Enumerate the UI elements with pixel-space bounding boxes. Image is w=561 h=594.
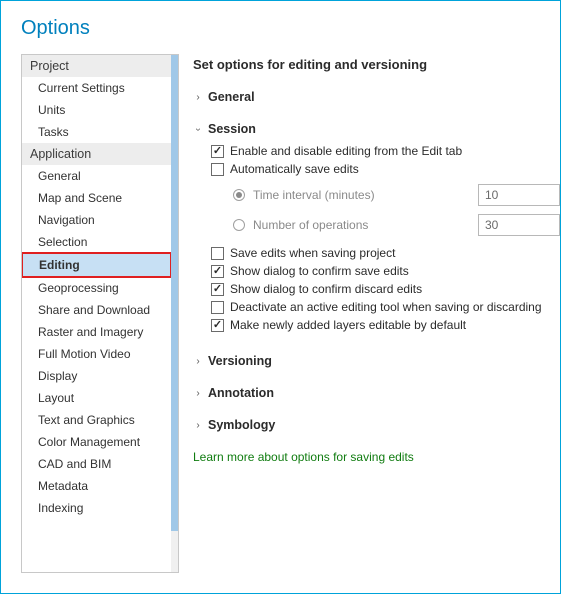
- num-ops-radio[interactable]: Number of operations: [233, 218, 368, 232]
- radio-label: Time interval (minutes): [253, 188, 375, 202]
- sidebar-item-tasks[interactable]: Tasks: [22, 121, 171, 143]
- save-on-project-save-row[interactable]: Save edits when saving project: [211, 244, 558, 262]
- auto-save-checkbox-row[interactable]: Automatically save edits: [211, 160, 558, 178]
- radio-icon[interactable]: [233, 219, 245, 231]
- sidebar: ProjectCurrent SettingsUnitsTasksApplica…: [21, 54, 179, 573]
- group-label: Session: [208, 122, 256, 136]
- enable-edit-checkbox-row[interactable]: Enable and disable editing from the Edit…: [211, 142, 558, 160]
- sidebar-item-editing[interactable]: Editing: [22, 252, 171, 278]
- main-panel: Set options for editing and versioning ›…: [193, 54, 560, 573]
- checkbox-icon[interactable]: [211, 163, 224, 176]
- checkbox-label: Enable and disable editing from the Edit…: [230, 144, 462, 158]
- chevron-right-icon: ›: [193, 356, 203, 367]
- group-label: Versioning: [208, 354, 272, 368]
- checkbox-icon[interactable]: [211, 319, 224, 332]
- session-body: Enable and disable editing from the Edit…: [193, 140, 558, 340]
- checkbox-icon[interactable]: [211, 145, 224, 158]
- chevron-right-icon: ›: [193, 92, 203, 103]
- main-title: Set options for editing and versioning: [193, 54, 558, 86]
- group-general[interactable]: › General: [193, 86, 558, 108]
- window-title: Options: [1, 1, 560, 54]
- content-area: ProjectCurrent SettingsUnitsTasksApplica…: [1, 54, 560, 573]
- sidebar-item-current-settings[interactable]: Current Settings: [22, 77, 171, 99]
- sidebar-item-display[interactable]: Display: [22, 365, 171, 387]
- checkbox-label: Show dialog to confirm save edits: [230, 264, 409, 278]
- sidebar-item-layout[interactable]: Layout: [22, 387, 171, 409]
- checkbox-label: Show dialog to confirm discard edits: [230, 282, 422, 296]
- learn-more-link[interactable]: Learn more about options for saving edit…: [193, 436, 414, 464]
- sidebar-item-full-motion-video[interactable]: Full Motion Video: [22, 343, 171, 365]
- options-window: Options ProjectCurrent SettingsUnitsTask…: [0, 0, 561, 594]
- sidebar-item-selection[interactable]: Selection: [22, 231, 171, 253]
- chevron-right-icon: ›: [193, 420, 203, 431]
- sidebar-item-raster-and-imagery[interactable]: Raster and Imagery: [22, 321, 171, 343]
- group-label: General: [208, 90, 255, 104]
- checkbox-label: Make newly added layers editable by defa…: [230, 318, 466, 332]
- group-label: Annotation: [208, 386, 274, 400]
- confirm-save-row[interactable]: Show dialog to confirm save edits: [211, 262, 558, 280]
- deactivate-tool-row[interactable]: Deactivate an active editing tool when s…: [211, 298, 558, 316]
- sidebar-item-units[interactable]: Units: [22, 99, 171, 121]
- checkbox-label: Automatically save edits: [230, 162, 359, 176]
- group-annotation[interactable]: › Annotation: [193, 382, 558, 404]
- checkbox-label: Save edits when saving project: [230, 246, 395, 260]
- radio-label: Number of operations: [253, 218, 368, 232]
- num-ops-input[interactable]: 30: [478, 214, 560, 236]
- sidebar-item-metadata[interactable]: Metadata: [22, 475, 171, 497]
- checkbox-icon[interactable]: [211, 283, 224, 296]
- chevron-down-icon: ›: [193, 124, 204, 134]
- sidebar-item-color-management[interactable]: Color Management: [22, 431, 171, 453]
- checkbox-icon[interactable]: [211, 301, 224, 314]
- sidebar-item-geoprocessing[interactable]: Geoprocessing: [22, 277, 171, 299]
- sidebar-item-general[interactable]: General: [22, 165, 171, 187]
- time-interval-input[interactable]: 10: [478, 184, 560, 206]
- group-versioning[interactable]: › Versioning: [193, 350, 558, 372]
- checkbox-icon[interactable]: [211, 247, 224, 260]
- auto-save-options: Time interval (minutes) 10 Number of ope…: [211, 178, 558, 244]
- sidebar-item-share-and-download[interactable]: Share and Download: [22, 299, 171, 321]
- chevron-right-icon: ›: [193, 388, 203, 399]
- group-session[interactable]: › Session: [193, 118, 558, 140]
- sidebar-item-map-and-scene[interactable]: Map and Scene: [22, 187, 171, 209]
- radio-icon[interactable]: [233, 189, 245, 201]
- checkbox-label: Deactivate an active editing tool when s…: [230, 300, 542, 314]
- checkbox-icon[interactable]: [211, 265, 224, 278]
- group-symbology[interactable]: › Symbology: [193, 414, 558, 436]
- confirm-discard-row[interactable]: Show dialog to confirm discard edits: [211, 280, 558, 298]
- sidebar-item-navigation[interactable]: Navigation: [22, 209, 171, 231]
- sidebar-item-text-and-graphics[interactable]: Text and Graphics: [22, 409, 171, 431]
- group-label: Symbology: [208, 418, 275, 432]
- sidebar-item-indexing[interactable]: Indexing: [22, 497, 171, 519]
- time-interval-radio[interactable]: Time interval (minutes): [233, 188, 375, 202]
- sidebar-item-cad-and-bim[interactable]: CAD and BIM: [22, 453, 171, 475]
- new-layers-editable-row[interactable]: Make newly added layers editable by defa…: [211, 316, 558, 334]
- scrollbar-track[interactable]: [171, 55, 178, 572]
- sidebar-section-header: Application: [22, 143, 171, 165]
- scrollbar-thumb[interactable]: [171, 55, 178, 531]
- sidebar-section-header: Project: [22, 55, 171, 77]
